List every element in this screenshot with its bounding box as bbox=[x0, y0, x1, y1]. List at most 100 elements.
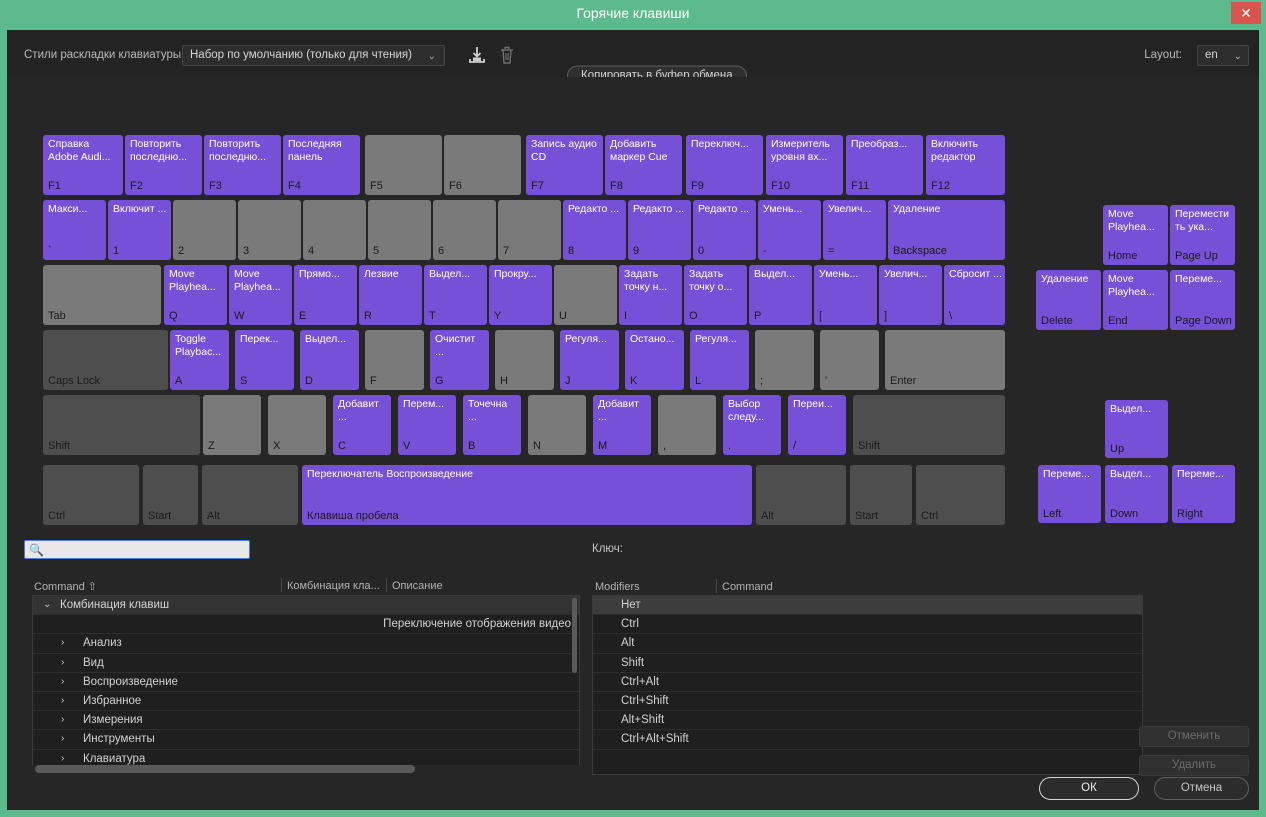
key-[interactable]: Макси...` bbox=[43, 200, 106, 260]
key-r[interactable]: ЛезвиеR bbox=[359, 265, 422, 325]
key-i[interactable]: Задать точку н...I bbox=[619, 265, 682, 325]
key-alt[interactable]: Alt bbox=[202, 465, 298, 525]
key-2[interactable]: 2 bbox=[173, 200, 236, 260]
key-f3[interactable]: Повторить последню...F3 bbox=[204, 135, 281, 195]
key-f8[interactable]: Добавить маркер CueF8 bbox=[605, 135, 682, 195]
key-q[interactable]: Move Playhea...Q bbox=[164, 265, 227, 325]
key-j[interactable]: Регуля...J bbox=[560, 330, 619, 390]
key-e[interactable]: Прямо...E bbox=[294, 265, 357, 325]
key-[interactable]: Умень...[ bbox=[814, 265, 877, 325]
key-page-down[interactable]: Переме...Page Down bbox=[1170, 270, 1235, 330]
layout-dropdown[interactable]: en ⌄ bbox=[1197, 45, 1249, 66]
key-f4[interactable]: Последняя панельF4 bbox=[283, 135, 360, 195]
key-f7[interactable]: Запись аудио CDF7 bbox=[526, 135, 603, 195]
key-3[interactable]: 3 bbox=[238, 200, 301, 260]
key-f2[interactable]: Повторить последню...F2 bbox=[125, 135, 202, 195]
key-[interactable]: , bbox=[658, 395, 716, 455]
key-[interactable]: Увелич...] bbox=[879, 265, 942, 325]
key-[interactable]: Переи.../ bbox=[788, 395, 846, 455]
modifier-row[interactable]: Ctrl+Alt bbox=[593, 673, 1142, 692]
key-9[interactable]: Редакто ...9 bbox=[628, 200, 691, 260]
key-start[interactable]: Start bbox=[143, 465, 198, 525]
key-s[interactable]: Перек...S bbox=[235, 330, 294, 390]
modifier-list[interactable]: НетCtrlAltShiftCtrl+AltCtrl+ShiftAlt+Shi… bbox=[592, 595, 1143, 775]
modifier-row[interactable]: Alt+Shift bbox=[593, 711, 1142, 730]
modifier-row[interactable]: Нет bbox=[593, 596, 1142, 615]
key-[interactable]: Умень...- bbox=[758, 200, 821, 260]
key-n[interactable]: N bbox=[528, 395, 586, 455]
trash-icon[interactable] bbox=[498, 45, 516, 66]
key-k[interactable]: Остано...K bbox=[625, 330, 684, 390]
key-home[interactable]: Move Playhea...Home bbox=[1103, 205, 1168, 265]
key-f6[interactable]: F6 bbox=[444, 135, 521, 195]
key-tab[interactable]: Tab bbox=[43, 265, 161, 325]
cancel-modifier-button[interactable]: Отменить bbox=[1139, 726, 1249, 747]
key-z[interactable]: Z bbox=[203, 395, 261, 455]
chevron-right-icon[interactable]: › bbox=[61, 695, 64, 706]
close-icon[interactable]: ✕ bbox=[1231, 2, 1261, 24]
delete-modifier-button[interactable]: Удалить bbox=[1139, 755, 1249, 776]
modifier-row[interactable]: Shift bbox=[593, 654, 1142, 673]
column-header-description[interactable]: Описание bbox=[392, 580, 443, 592]
chevron-right-icon[interactable]: › bbox=[61, 714, 64, 725]
key-y[interactable]: Прокру...Y bbox=[489, 265, 552, 325]
modifier-row[interactable]: Ctrl bbox=[593, 615, 1142, 634]
key-caps-lock[interactable]: Caps Lock bbox=[43, 330, 168, 390]
key-8[interactable]: Редакто ...8 bbox=[563, 200, 626, 260]
chevron-right-icon[interactable]: › bbox=[61, 676, 64, 687]
key-right[interactable]: Переме...Right bbox=[1172, 465, 1235, 523]
key-[interactable]: Увелич...= bbox=[823, 200, 886, 260]
ok-button[interactable]: ОК bbox=[1039, 777, 1139, 800]
chevron-right-icon[interactable]: › bbox=[61, 657, 64, 668]
key-f5[interactable]: F5 bbox=[365, 135, 442, 195]
tree-row[interactable]: ›Воспроизведение bbox=[33, 673, 579, 692]
key-[interactable]: ' bbox=[820, 330, 879, 390]
key-m[interactable]: Добавит ...M bbox=[593, 395, 651, 455]
chevron-down-icon[interactable]: ⌄ bbox=[43, 599, 51, 610]
key-l[interactable]: Регуля...L bbox=[690, 330, 749, 390]
import-icon[interactable] bbox=[466, 45, 488, 66]
column-header-modifier-command[interactable]: Command bbox=[722, 581, 773, 593]
key-0[interactable]: Редакто ...0 bbox=[693, 200, 756, 260]
key-t[interactable]: Выдел...T bbox=[424, 265, 487, 325]
key-b[interactable]: Точечна ...B bbox=[463, 395, 521, 455]
key-delete[interactable]: УдалениеDelete bbox=[1036, 270, 1101, 330]
column-header-shortcut[interactable]: Комбинация кла... bbox=[287, 580, 380, 592]
key-end[interactable]: Move Playhea...End bbox=[1103, 270, 1168, 330]
key-[interactable]: Переключатель ВоспроизведениеКлавиша про… bbox=[302, 465, 752, 525]
key-a[interactable]: Toggle Playbac...A bbox=[170, 330, 229, 390]
key-[interactable]: ; bbox=[755, 330, 814, 390]
key-backspace[interactable]: УдалениеBackspace bbox=[888, 200, 1005, 260]
column-header-modifiers[interactable]: Modifiers bbox=[595, 581, 640, 593]
key-f9[interactable]: Переключ...F9 bbox=[686, 135, 763, 195]
tree-row[interactable]: ›Измерения bbox=[33, 711, 579, 730]
key-f10[interactable]: Измеритель уровня вх...F10 bbox=[766, 135, 843, 195]
key-p[interactable]: Выдел...P bbox=[749, 265, 812, 325]
tree-row[interactable]: ›Вид bbox=[33, 654, 579, 673]
key-ctrl[interactable]: Ctrl bbox=[43, 465, 139, 525]
key-left[interactable]: Переме...Left bbox=[1038, 465, 1101, 523]
column-header-command[interactable]: Command ⇧ bbox=[34, 580, 97, 593]
tree-row[interactable]: ›Анализ bbox=[33, 634, 579, 653]
tree-row[interactable]: ⌄Комбинация клавиш bbox=[33, 596, 579, 615]
tree-horizontal-scrollbar[interactable] bbox=[35, 765, 415, 773]
key-down[interactable]: Выдел...Down bbox=[1105, 465, 1168, 523]
key-5[interactable]: 5 bbox=[368, 200, 431, 260]
key-x[interactable]: X bbox=[268, 395, 326, 455]
key-g[interactable]: Очистит ...G bbox=[430, 330, 489, 390]
key-4[interactable]: 4 bbox=[303, 200, 366, 260]
key-up[interactable]: Выдел...Up bbox=[1105, 400, 1168, 458]
key-ctrl[interactable]: Ctrl bbox=[916, 465, 1005, 525]
layout-styles-dropdown[interactable]: Набор по умолчанию (только для чтения) ⌄ bbox=[182, 45, 445, 66]
key-v[interactable]: Перем...V bbox=[398, 395, 456, 455]
command-tree[interactable]: ⌄Комбинация клавишПереключение отображен… bbox=[32, 595, 580, 773]
key-h[interactable]: H bbox=[495, 330, 554, 390]
key-7[interactable]: 7 bbox=[498, 200, 561, 260]
tree-vertical-scrollbar[interactable] bbox=[572, 598, 577, 673]
key-c[interactable]: Добавит ...C bbox=[333, 395, 391, 455]
key-enter[interactable]: Enter bbox=[885, 330, 1005, 390]
key-alt[interactable]: Alt bbox=[756, 465, 846, 525]
key-6[interactable]: 6 bbox=[433, 200, 496, 260]
search-input[interactable] bbox=[45, 541, 245, 558]
key-page-up[interactable]: Переместить ука...Page Up bbox=[1170, 205, 1235, 265]
